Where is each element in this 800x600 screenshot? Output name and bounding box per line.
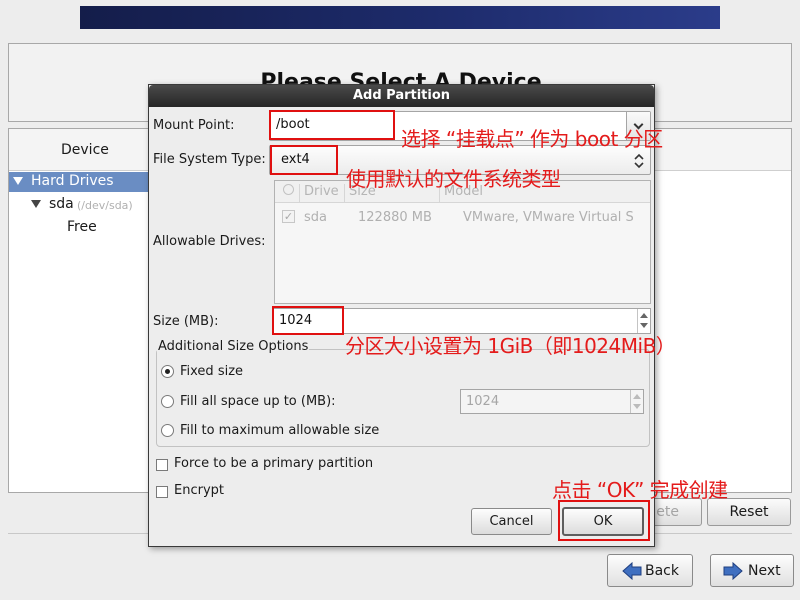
back-button[interactable]: Back — [607, 554, 693, 587]
dialog-title: Add Partition — [149, 85, 654, 107]
fill-up-to-spinner[interactable] — [460, 389, 666, 414]
fs-type-label: File System Type: — [153, 152, 266, 167]
cancel-button[interactable]: Cancel — [471, 508, 552, 535]
tree-item-label: sda — [49, 196, 74, 212]
fs-type-highlight — [270, 145, 338, 175]
column-drive[interactable]: Drive — [304, 184, 339, 199]
mount-point-highlight — [269, 110, 395, 140]
size-label: Size (MB): — [153, 314, 219, 329]
device-column-label: Device — [61, 142, 109, 158]
mount-point-label: Mount Point: — [153, 118, 235, 133]
next-button[interactable]: Next — [710, 554, 794, 587]
column-separator — [299, 184, 300, 202]
column-separator — [344, 184, 345, 202]
size-highlight — [272, 306, 344, 335]
allowable-drives-table[interactable]: Drive Size Model ✓ sda 122880 MB VMware,… — [274, 180, 651, 304]
stepper-down-icon[interactable] — [640, 323, 648, 328]
fill-up-to-stepper[interactable] — [630, 390, 643, 413]
fill-up-to-radio[interactable] — [161, 395, 174, 408]
stepper-up-icon[interactable] — [633, 394, 641, 399]
primary-partition-checkbox[interactable] — [156, 459, 168, 471]
drive-name: sda — [304, 210, 327, 225]
size-note: 分区大小设置为 1GiB（即1024MiB） — [345, 334, 676, 358]
fill-up-to-label[interactable]: Fill all space up to (MB): — [180, 394, 336, 409]
tree-item-free[interactable]: Free — [9, 218, 149, 238]
updown-arrows-icon — [634, 153, 644, 169]
header-banner — [80, 6, 720, 29]
primary-partition-label[interactable]: Force to be a primary partition — [174, 456, 373, 471]
table-row[interactable]: ✓ sda 122880 MB VMware, VMware Virtual S — [275, 207, 650, 229]
cancel-button-label: Cancel — [489, 514, 534, 529]
tree-item-hard-drives[interactable]: Hard Drives — [9, 172, 149, 192]
reset-button-label: Reset — [729, 504, 769, 520]
expander-down-icon[interactable] — [13, 177, 23, 185]
fixed-size-label[interactable]: Fixed size — [180, 364, 243, 379]
fs-type-note: 使用默认的文件系统类型 — [346, 167, 561, 191]
stepper-down-icon[interactable] — [633, 404, 641, 409]
fill-max-radio[interactable] — [161, 424, 174, 437]
ok-note: 点击 “OK” 完成创建 — [552, 478, 728, 502]
drive-model: VMware, VMware Virtual S — [463, 210, 634, 225]
ok-highlight — [558, 500, 650, 541]
expander-down-icon[interactable] — [31, 200, 41, 208]
tree-item-label: Free — [67, 219, 97, 235]
tree-item-label: Hard Drives — [31, 173, 114, 189]
tree-item-path: (/dev/sda) — [77, 199, 133, 212]
stepper-up-icon[interactable] — [640, 313, 648, 318]
radio-icon — [283, 184, 294, 195]
additional-size-options-legend: Additional Size Options — [157, 339, 310, 354]
encrypt-checkbox[interactable] — [156, 486, 168, 498]
delete-button-label: ete — [656, 504, 679, 520]
back-button-label: Back — [645, 563, 679, 579]
mount-point-note: 选择 “挂载点” 作为 boot 分区 — [401, 127, 663, 151]
fixed-size-radio[interactable] — [161, 365, 174, 378]
drive-size: 122880 MB — [358, 210, 432, 225]
fill-max-label[interactable]: Fill to maximum allowable size — [180, 423, 379, 438]
encrypt-label[interactable]: Encrypt — [174, 483, 224, 498]
next-button-label: Next — [748, 563, 781, 579]
arrow-right-icon — [723, 562, 743, 580]
arrow-left-icon — [622, 562, 642, 580]
drive-checkbox[interactable]: ✓ — [282, 210, 295, 223]
allowable-drives-label: Allowable Drives: — [153, 234, 266, 249]
